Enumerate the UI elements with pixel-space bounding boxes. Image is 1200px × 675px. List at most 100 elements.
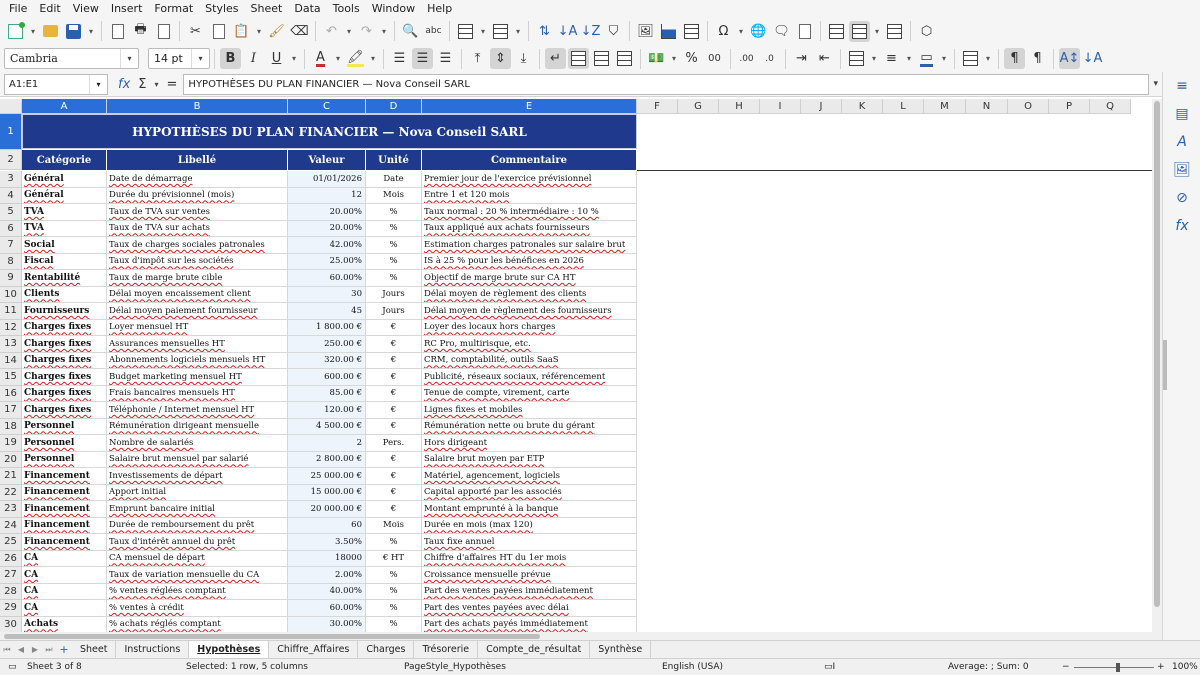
unmerge-cells-button[interactable] — [614, 48, 635, 69]
row-header[interactable]: 30 — [0, 616, 22, 632]
cell-val[interactable]: 4 500.00 € — [288, 418, 366, 435]
column-header-n[interactable]: N — [966, 99, 1008, 114]
borders-dropdown[interactable]: ▾ — [869, 48, 879, 69]
cell-val[interactable]: 18000 — [288, 550, 366, 567]
special-character-dropdown[interactable]: ▾ — [736, 21, 746, 42]
cell-val[interactable]: 60.00% — [288, 270, 366, 287]
percent-format-button[interactable]: % — [681, 48, 702, 69]
column-button[interactable] — [490, 21, 511, 42]
row-header[interactable]: 16 — [0, 385, 22, 402]
cell-comment[interactable]: Entre 1 et 120 mois — [422, 187, 637, 204]
font-color-dropdown[interactable]: ▾ — [333, 48, 343, 69]
clear-formatting-button[interactable]: ⌫ — [289, 21, 310, 42]
align-middle-button[interactable]: ⇕ — [490, 48, 511, 69]
cell-unit[interactable]: % — [366, 567, 422, 584]
cell-cat[interactable]: Clients — [22, 286, 107, 303]
row-header[interactable]: 3 — [0, 171, 22, 188]
cell-label[interactable]: Durée de remboursement du prêt — [107, 517, 288, 534]
row-header[interactable]: 1 — [0, 114, 22, 150]
redo-dropdown[interactable]: ▾ — [379, 21, 389, 42]
bold-button[interactable]: B — [220, 48, 241, 69]
zoom-in-icon[interactable]: + — [1157, 662, 1165, 672]
pivot-table-button[interactable] — [681, 21, 702, 42]
spreadsheet-grid[interactable]: A B C D E F G H I J K L M N O P Q 1 2 HYPOTHÈSES DU PLAN FI… — [0, 99, 1162, 632]
cell-comment[interactable]: Matériel, agencement, logiciels — [422, 468, 637, 485]
cell-label[interactable]: Assurances mensuelles HT — [107, 336, 288, 353]
cell-cat[interactable]: Charges fixes — [22, 385, 107, 402]
menu-format[interactable]: Format — [148, 0, 199, 17]
cell-unit[interactable]: € — [366, 402, 422, 419]
sheet-tab[interactable]: Chiffre_Affaires — [269, 640, 359, 659]
sheet-tab[interactable]: Hypothèses — [189, 640, 270, 659]
cell-comment[interactable]: Délai moyen de règlement des fournisseur… — [422, 303, 637, 320]
cell-val[interactable]: 42.00% — [288, 237, 366, 254]
column-title-cell[interactable]: Unité — [366, 150, 422, 170]
cell-label[interactable]: Taux de variation mensuelle du CA — [107, 567, 288, 584]
column-header-c[interactable]: C — [288, 99, 366, 114]
undo-button[interactable]: ↶ — [321, 21, 342, 42]
cell-comment[interactable]: CRM, comptabilité, outils SaaS — [422, 352, 637, 369]
cell-val[interactable]: 250.00 € — [288, 336, 366, 353]
merge-center-button[interactable] — [568, 48, 589, 69]
cell-val[interactable]: 15 000.00 € — [288, 484, 366, 501]
cell-comment[interactable]: Délai moyen de règlement des clients — [422, 286, 637, 303]
cell-label[interactable]: Taux d'impôt sur les sociétés — [107, 253, 288, 270]
cell-cat[interactable]: Fournisseurs — [22, 303, 107, 320]
insert-chart-button[interactable] — [658, 21, 679, 42]
cell-cat[interactable]: Général — [22, 171, 107, 188]
cell-comment[interactable]: Taux normal : 20 % intermédiaire : 10 % — [422, 204, 637, 221]
delete-decimal-button[interactable]: .0 — [759, 48, 780, 69]
cell-label[interactable]: Loyer mensuel HT — [107, 319, 288, 336]
row-header[interactable]: 14 — [0, 352, 22, 369]
cell-unit[interactable]: € HT — [366, 550, 422, 567]
last-sheet-icon[interactable]: ⏭ — [42, 645, 56, 655]
row-header[interactable]: 21 — [0, 468, 22, 485]
sheet-title-cell[interactable]: HYPOTHÈSES DU PLAN FINANCIER — Nova Cons… — [22, 114, 637, 149]
row-header[interactable]: 20 — [0, 451, 22, 468]
cell-label[interactable]: Taux de marge brute cible — [107, 270, 288, 287]
cell-unit[interactable]: € — [366, 468, 422, 485]
menu-help[interactable]: Help — [421, 0, 458, 17]
cell-cat[interactable]: CA — [22, 600, 107, 617]
sigma-icon[interactable]: Σ — [138, 77, 146, 92]
zoom-out-icon[interactable]: − — [1062, 662, 1070, 672]
cell-val[interactable]: 60.00% — [288, 600, 366, 617]
sheet-tab[interactable]: Charges — [358, 640, 415, 659]
menu-view[interactable]: View — [67, 0, 105, 17]
clone-formatting-button[interactable]: 🖌 — [266, 21, 287, 42]
cell-unit[interactable]: € — [366, 501, 422, 518]
italic-button[interactable]: I — [243, 48, 264, 69]
highlight-color-button[interactable]: 🖍 — [345, 48, 366, 69]
cell-comment[interactable]: Capital apporté par les associés — [422, 484, 637, 501]
align-left-button[interactable]: ☰ — [389, 48, 410, 69]
gallery-icon[interactable]: 🖼 — [1173, 162, 1191, 178]
column-header-l[interactable]: L — [883, 99, 924, 114]
vertical-text-2-button[interactable]: ↓A — [1082, 48, 1103, 69]
new-document-button[interactable] — [5, 21, 26, 42]
row-header[interactable]: 27 — [0, 567, 22, 584]
cell-unit[interactable]: € — [366, 369, 422, 386]
styles-icon[interactable]: A — [1174, 134, 1190, 150]
cell-label[interactable]: Nombre de salariés — [107, 435, 288, 452]
vertical-scroll-thumb[interactable] — [1154, 101, 1160, 607]
cell-cat[interactable]: Charges fixes — [22, 369, 107, 386]
cell-comment[interactable]: Chiffre d'affaires HT du 1er mois — [422, 550, 637, 567]
cell-comment[interactable]: Montant emprunté à la banque — [422, 501, 637, 518]
cell-comment[interactable]: IS à 25 % pour les bénéfices en 2026 — [422, 253, 637, 270]
cell-unit[interactable]: € — [366, 352, 422, 369]
function-wizard-icon[interactable]: fx — [118, 77, 130, 92]
properties-icon[interactable]: ▤ — [1174, 106, 1190, 122]
cell-unit[interactable]: % — [366, 204, 422, 221]
hyperlink-button[interactable]: 🌐 — [748, 21, 769, 42]
cell-cat[interactable]: Financement — [22, 517, 107, 534]
borders-button[interactable] — [846, 48, 867, 69]
split-window-button[interactable] — [884, 21, 905, 42]
cell-comment[interactable]: Salaire brut moyen par ETP — [422, 451, 637, 468]
column-header-a[interactable]: A — [22, 99, 107, 114]
equals-icon[interactable]: = — [167, 77, 178, 92]
cell-comment[interactable]: Part des ventes payées avec délai — [422, 600, 637, 617]
cell-label[interactable]: Budget marketing mensuel HT — [107, 369, 288, 386]
cell-label[interactable]: Taux de TVA sur achats — [107, 220, 288, 237]
cell-val[interactable]: 60 — [288, 517, 366, 534]
zoom-slider-knob[interactable] — [1116, 663, 1120, 672]
